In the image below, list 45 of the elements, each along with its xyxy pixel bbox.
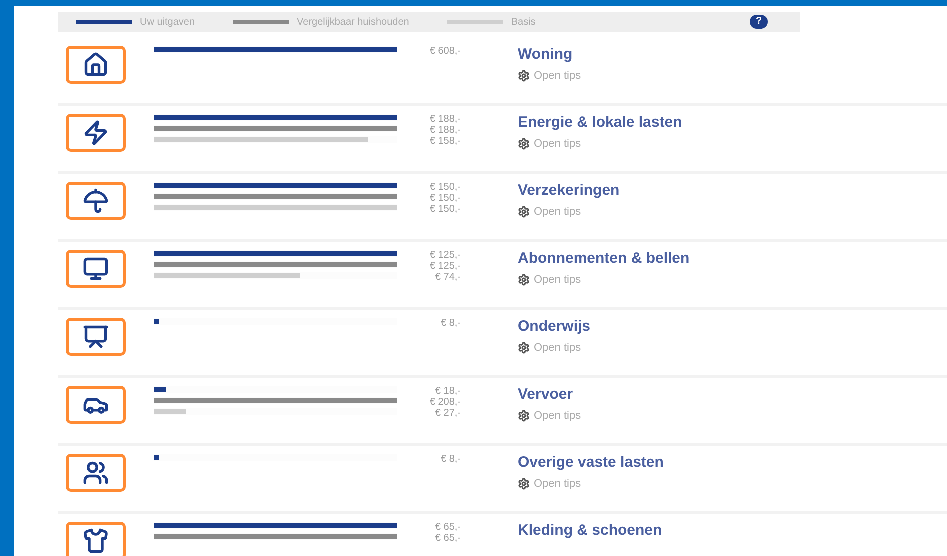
amount-text: € 27,- <box>435 408 461 419</box>
amount-text: € 65,- <box>435 522 461 533</box>
amount-text: € 125,- <box>430 261 461 272</box>
gear-icon <box>518 342 530 354</box>
category-title[interactable]: Verzekeringen <box>518 182 620 200</box>
people-icon <box>83 460 109 486</box>
legend-label: Vergelijkbaar huishouden <box>297 16 410 30</box>
amount-text: € 150,- <box>430 193 461 204</box>
category-title[interactable]: Overige vaste lasten <box>518 454 664 472</box>
category-title[interactable]: Onderwijs <box>518 318 591 336</box>
gear-icon <box>518 410 530 422</box>
legend-label: Uw uitgaven <box>140 16 196 30</box>
gear-icon <box>518 478 530 490</box>
amount-text: € 608,- <box>430 46 461 57</box>
amount-text: € 18,- <box>435 386 461 397</box>
umbrella-icon <box>83 188 109 214</box>
amount-text: € 150,- <box>430 182 461 193</box>
amount-text: € 8,- <box>440 454 461 465</box>
legend-swatch <box>233 20 290 24</box>
gear-icon <box>518 138 530 150</box>
category-title[interactable]: Abonnementen & bellen <box>518 250 690 268</box>
gear-icon <box>518 206 530 218</box>
category-title[interactable]: Energie & lokale lasten <box>518 114 682 132</box>
amount-text: € 188,- <box>430 125 461 136</box>
amount-text: € 158,- <box>430 136 461 147</box>
monitor-icon <box>83 256 109 282</box>
amount-text: € 8,- <box>440 318 461 329</box>
category-title[interactable]: Vervoer <box>518 386 582 404</box>
board-icon <box>83 324 109 350</box>
gear-icon <box>518 274 530 286</box>
category-title[interactable]: Kleding & schoenen <box>518 522 662 540</box>
legend-swatch <box>76 20 132 24</box>
amount-text: € 74,- <box>435 272 461 283</box>
gear-icon <box>518 70 530 82</box>
amount-text: € 125,- <box>430 250 461 261</box>
help-button[interactable]: ? <box>750 15 768 29</box>
legend-label: Basis <box>511 16 536 30</box>
category-title[interactable]: Woning <box>518 46 582 64</box>
house-icon <box>83 52 109 78</box>
amount-text: € 150,- <box>430 204 461 215</box>
amount-text: € 208,- <box>430 397 461 408</box>
shirt-icon <box>83 528 109 554</box>
amount-text: € 188,- <box>430 114 461 125</box>
lightning-icon <box>83 120 109 146</box>
amount-text: € 65,- <box>435 533 461 544</box>
